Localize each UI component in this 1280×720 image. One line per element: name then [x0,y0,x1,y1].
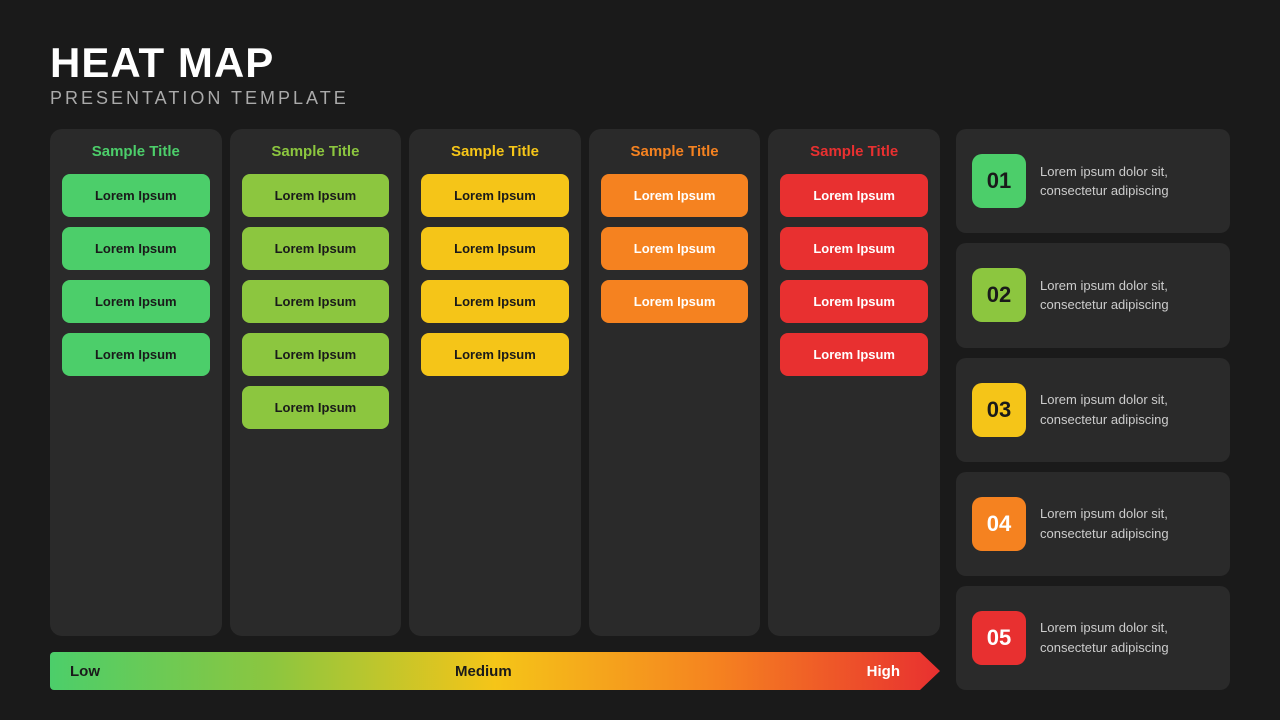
heat-btn-col3-row1[interactable]: Lorem Ipsum [421,174,569,217]
numbered-item-text-1: Lorem ipsum dolor sit,consectetur adipis… [1040,162,1169,201]
numbered-item-text-5: Lorem ipsum dolor sit,consectetur adipis… [1040,618,1169,657]
numbered-item-text-4: Lorem ipsum dolor sit,consectetur adipis… [1040,504,1169,543]
numbered-item-3: 03 Lorem ipsum dolor sit,consectetur adip… [956,358,1230,462]
number-badge-5: 05 [972,611,1026,665]
numbered-item-1: 01 Lorem ipsum dolor sit,consectetur adip… [956,129,1230,233]
column-title-5: Sample Title [780,143,928,160]
heat-column-2: Sample Title Lorem Ipsum Lorem Ipsum Lorem … [230,129,402,636]
column-title-3: Sample Title [421,143,569,160]
heat-btn-col3-row4[interactable]: Lorem Ipsum [421,333,569,376]
sub-title: PRESENTATION TEMPLATE [50,88,1230,109]
heat-btn-col5-row3[interactable]: Lorem Ipsum [780,280,928,323]
column-title-1: Sample Title [62,143,210,160]
heat-btn-col2-row5[interactable]: Lorem Ipsum [242,386,390,429]
heat-btn-col2-row4[interactable]: Lorem Ipsum [242,333,390,376]
number-badge-4: 04 [972,497,1026,551]
heat-column-3: Sample Title Lorem Ipsum Lorem Ipsum Lorem … [409,129,581,636]
heat-columns: Sample Title Lorem Ipsum Lorem Ipsum Lorem … [50,129,940,690]
content-area: Sample Title Lorem Ipsum Lorem Ipsum Lorem … [50,129,1230,690]
legend-medium: Medium [455,663,512,680]
heat-btn-col2-row3[interactable]: Lorem Ipsum [242,280,390,323]
heat-btn-col1-row2[interactable]: Lorem Ipsum [62,227,210,270]
legend-bar: Low Medium High [50,652,940,690]
legend-low: Low [70,663,100,680]
heat-btn-col5-row4[interactable]: Lorem Ipsum [780,333,928,376]
heat-btn-col2-row2[interactable]: Lorem Ipsum [242,227,390,270]
heat-column-5: Sample Title Lorem Ipsum Lorem Ipsum Lorem … [768,129,940,636]
page-container: HEAT MAP PRESENTATION TEMPLATE Sample Ti… [0,0,1280,720]
column-title-2: Sample Title [242,143,390,160]
column-title-4: Sample Title [601,143,749,160]
numbered-item-4: 04 Lorem ipsum dolor sit,consectetur adip… [956,472,1230,576]
heat-btn-col1-row3[interactable]: Lorem Ipsum [62,280,210,323]
numbered-item-text-3: Lorem ipsum dolor sit,consectetur adipis… [1040,390,1169,429]
numbered-list: 01 Lorem ipsum dolor sit,consectetur adip… [956,129,1230,690]
numbered-item-5: 05 Lorem ipsum dolor sit,consectetur adip… [956,586,1230,690]
heat-btn-col4-row1[interactable]: Lorem Ipsum [601,174,749,217]
legend-high: High [867,663,900,680]
numbered-item-2: 02 Lorem ipsum dolor sit,consectetur adip… [956,243,1230,347]
heat-column-1: Sample Title Lorem Ipsum Lorem Ipsum Lorem … [50,129,222,636]
number-badge-3: 03 [972,383,1026,437]
heat-btn-col3-row3[interactable]: Lorem Ipsum [421,280,569,323]
numbered-item-text-2: Lorem ipsum dolor sit,consectetur adipis… [1040,276,1169,315]
heat-btn-col5-row1[interactable]: Lorem Ipsum [780,174,928,217]
legend-bar-container: Low Medium High [50,652,940,690]
header: HEAT MAP PRESENTATION TEMPLATE [50,40,1230,109]
heat-btn-col3-row2[interactable]: Lorem Ipsum [421,227,569,270]
number-badge-1: 01 [972,154,1026,208]
heat-btn-col1-row4[interactable]: Lorem Ipsum [62,333,210,376]
heat-btn-col4-row3[interactable]: Lorem Ipsum [601,280,749,323]
heat-btn-col5-row2[interactable]: Lorem Ipsum [780,227,928,270]
heat-btn-col2-row1[interactable]: Lorem Ipsum [242,174,390,217]
heat-btn-col4-row2[interactable]: Lorem Ipsum [601,227,749,270]
heat-column-4: Sample Title Lorem Ipsum Lorem Ipsum Lorem … [589,129,761,636]
heat-btn-col1-row1[interactable]: Lorem Ipsum [62,174,210,217]
number-badge-2: 02 [972,268,1026,322]
main-title: HEAT MAP [50,40,1230,86]
columns-row: Sample Title Lorem Ipsum Lorem Ipsum Lorem … [50,129,940,636]
